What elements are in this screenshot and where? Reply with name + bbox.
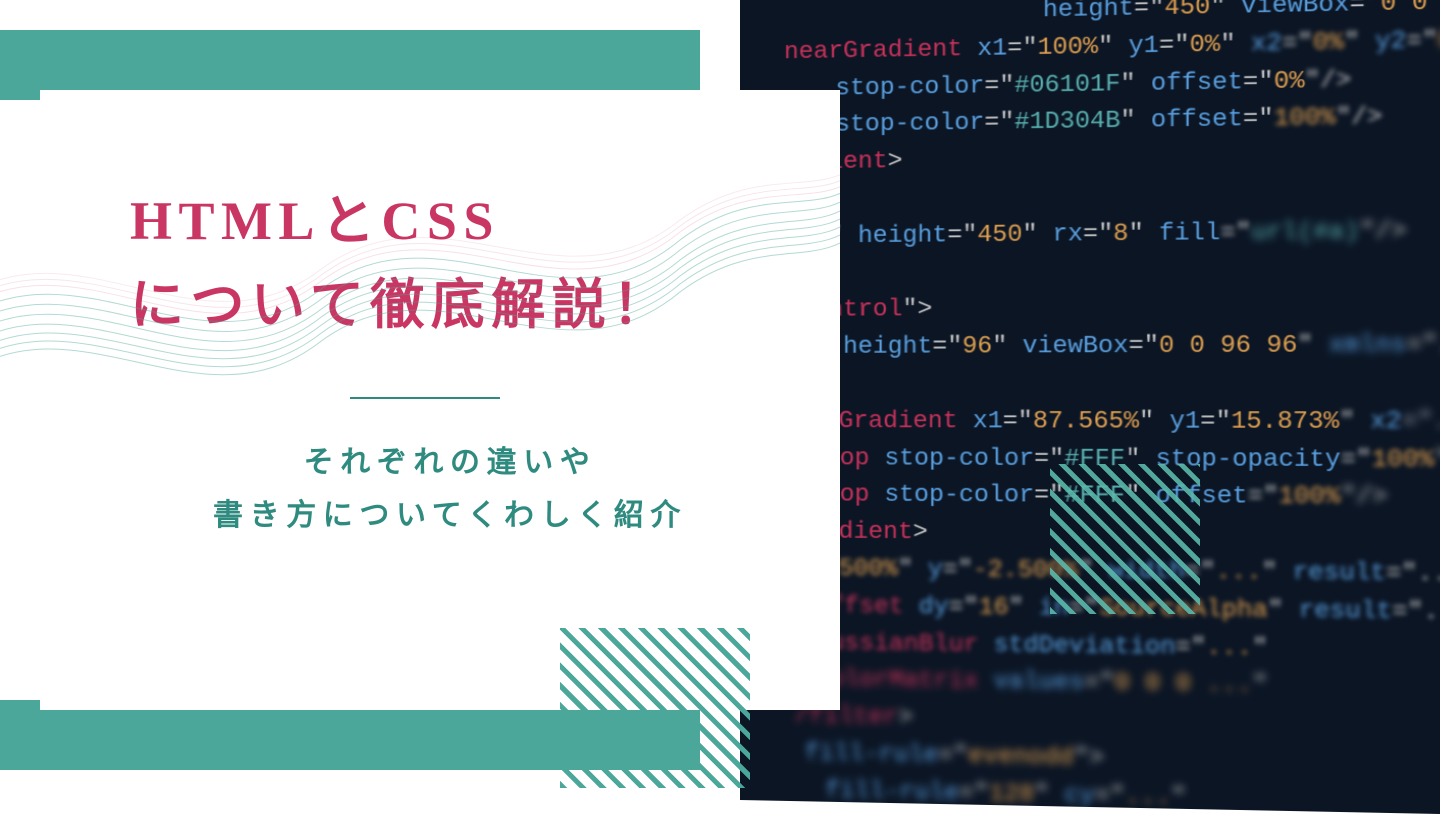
divider-line [350,397,500,399]
subtitle-line-2: 書き方についてくわしく紹介 [213,499,687,532]
diagonal-hatch-pattern [560,628,750,788]
title-line-2: について徹底解説！ [130,275,673,335]
code-background-panel: height="450" viewBox="0 0 800 450" xmlns… [740,0,1440,814]
subtitle: それぞれの違いや 書き方についてくわしく紹介 [130,437,770,542]
title-line-1: HTMLとCSS [130,191,500,251]
subtitle-line-1: それぞれの違いや [304,446,597,479]
main-title: HTMLとCSS について徹底解説！ [130,180,770,347]
title-card: HTMLとCSS について徹底解説！ それぞれの違いや 書き方についてくわしく紹… [40,90,840,710]
diagonal-hatch-pattern-right [1050,464,1200,614]
